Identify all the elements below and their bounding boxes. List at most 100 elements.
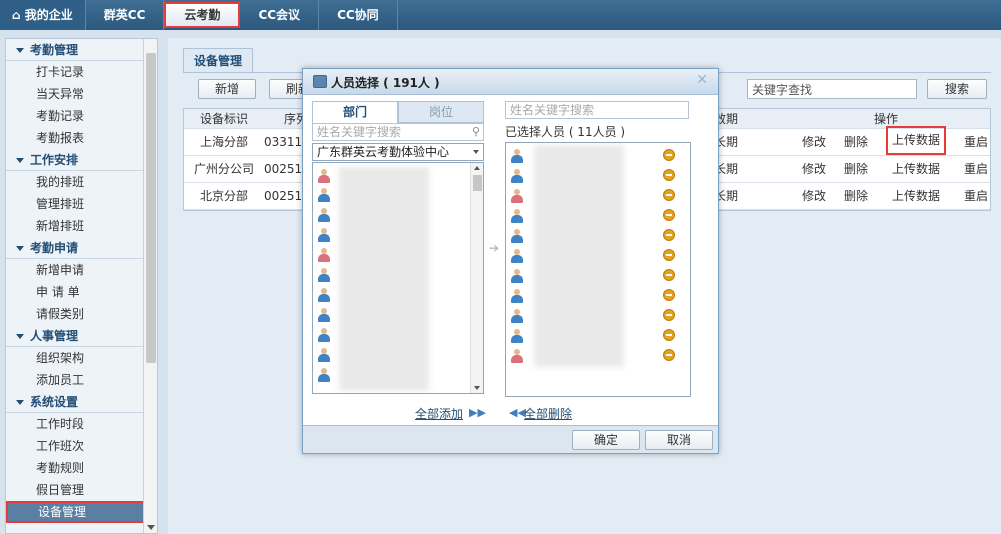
person-icon [317, 268, 331, 282]
remove-icon[interactable] [663, 309, 675, 321]
sidebar-item-my-schedule[interactable]: 我的排班 [6, 171, 157, 193]
search-input[interactable] [747, 79, 917, 99]
sidebar-item-manage-schedule[interactable]: 管理排班 [6, 193, 157, 215]
sidebar-item-add-employee[interactable]: 添加员工 [6, 369, 157, 391]
delete-link[interactable]: 删除 [844, 129, 868, 156]
sidebar-item-work-periods[interactable]: 工作时段 [6, 413, 157, 435]
tab-cc-collab[interactable]: CC协同 [319, 0, 398, 30]
list-scrollbar[interactable] [470, 163, 483, 393]
edit-link[interactable]: 修改 [802, 183, 826, 210]
delete-link[interactable]: 删除 [844, 183, 868, 210]
sidebar-item-org-structure[interactable]: 组织架构 [6, 347, 157, 369]
add-button[interactable]: 新增 [198, 79, 256, 99]
upload-data-link[interactable]: 上传数据 [892, 156, 940, 183]
sidebar-item-request-forms[interactable]: 申 请 单 [6, 281, 157, 303]
sidebar: 考勤管理 打卡记录 当天异常 考勤记录 考勤报表 工作安排 我的排班 管理排班 … [5, 38, 158, 534]
tab-department[interactable]: 部门 [312, 101, 398, 123]
sidebar-item-attendance-records[interactable]: 考勤记录 [6, 105, 157, 127]
tab-position[interactable]: 岗位 [398, 101, 484, 123]
chevron-down-icon [473, 150, 479, 154]
remove-icon[interactable] [663, 189, 675, 201]
close-icon[interactable]: ✕ [696, 72, 708, 88]
sidebar-item-holidays[interactable]: 假日管理 [6, 479, 157, 501]
right-search-input[interactable]: 姓名关键字搜索 [505, 101, 689, 119]
edit-link[interactable]: 修改 [802, 129, 826, 156]
remove-icon[interactable] [663, 209, 675, 221]
scroll-thumb[interactable] [473, 175, 482, 191]
sidebar-item-attendance-rules[interactable]: 考勤规则 [6, 457, 157, 479]
col-device: 设备标识 [200, 112, 249, 126]
remove-icon[interactable] [663, 249, 675, 261]
sidebar-group-system[interactable]: 系统设置 [6, 391, 157, 413]
scroll-down-icon[interactable] [147, 525, 155, 530]
upload-data-link[interactable]: 上传数据 [892, 183, 940, 210]
sidebar-item-attendance-reports[interactable]: 考勤报表 [6, 127, 157, 149]
person-select-dialog: 人员选择 ( 191人 ) ✕ 部门 岗位 姓名关键字搜索 ⚲ 广东群英云考勤体… [302, 68, 719, 454]
upload-data-link[interactable]: 上传数据 [886, 126, 947, 155]
person-icon [510, 189, 524, 203]
collapse-triangle-icon [16, 246, 24, 251]
search-button[interactable]: 搜索 [927, 79, 987, 99]
sidebar-item-today-exceptions[interactable]: 当天异常 [6, 83, 157, 105]
collapse-triangle-icon [16, 334, 24, 339]
left-search-input[interactable]: 姓名关键字搜索 ⚲ [312, 123, 484, 141]
double-arrow-right-icon[interactable]: ▶▶ [469, 406, 486, 419]
sidebar-item-device-management[interactable]: 设备管理 [6, 501, 157, 523]
person-icon [317, 248, 331, 262]
dialog-titlebar: 人员选择 ( 191人 ) ✕ [303, 69, 718, 95]
blurred-names [339, 167, 429, 391]
remove-icon[interactable] [663, 329, 675, 341]
remove-icon[interactable] [663, 349, 675, 361]
remove-icon[interactable] [663, 289, 675, 301]
device-name: 广州分公司 [194, 162, 255, 176]
sidebar-item-new-request[interactable]: 新增申请 [6, 259, 157, 281]
device-name: 上海分部 [200, 135, 249, 149]
person-icon [510, 269, 524, 283]
person-icon [510, 149, 524, 163]
scroll-thumb[interactable] [146, 53, 156, 363]
contact-card-icon [313, 75, 327, 88]
sidebar-group-hr[interactable]: 人事管理 [6, 325, 157, 347]
restart-link[interactable]: 重启 [964, 129, 988, 156]
add-all-link[interactable]: 全部添加 [415, 405, 463, 422]
remove-icon[interactable] [663, 169, 675, 181]
device-serial: 002514 [264, 162, 304, 176]
sidebar-item-punch-records[interactable]: 打卡记录 [6, 61, 157, 83]
restart-link[interactable]: 重启 [964, 183, 988, 210]
remove-icon[interactable] [663, 229, 675, 241]
edit-link[interactable]: 修改 [802, 156, 826, 183]
cancel-button[interactable]: 取消 [645, 430, 713, 450]
remove-all-link[interactable]: 全部删除 [524, 405, 572, 422]
remove-icon[interactable] [663, 149, 675, 161]
tab-qunying-cc[interactable]: 群英CC [86, 0, 165, 30]
device-serial: 033113 [264, 135, 304, 149]
tab-my-enterprise[interactable]: ⌂ 我的企业 [0, 0, 86, 30]
sidebar-item-work-shifts[interactable]: 工作班次 [6, 435, 157, 457]
restart-link[interactable]: 重启 [964, 156, 988, 183]
arrow-right-icon[interactable]: ➔ [489, 241, 499, 255]
delete-link[interactable]: 删除 [844, 156, 868, 183]
sidebar-group-requests[interactable]: 考勤申请 [6, 237, 157, 259]
person-icon [317, 328, 331, 342]
blurred-names [534, 145, 624, 367]
remove-icon[interactable] [663, 269, 675, 281]
tab-cc-meeting[interactable]: CC会议 [240, 0, 320, 30]
person-icon [317, 368, 331, 382]
sidebar-group-attendance[interactable]: 考勤管理 [6, 39, 157, 61]
person-icon [510, 289, 524, 303]
department-select[interactable]: 广东群英云考勤体验中心 [312, 143, 484, 161]
person-icon [510, 249, 524, 263]
sidebar-item-leave-types[interactable]: 请假类别 [6, 303, 157, 325]
sidebar-scrollbar[interactable] [143, 39, 157, 533]
available-person-list[interactable] [312, 162, 484, 394]
dialog-title: 人员选择 ( 191人 ) [331, 76, 440, 90]
sidebar-item-new-schedule[interactable]: 新增排班 [6, 215, 157, 237]
dialog-footer: 确定 取消 [303, 425, 718, 453]
tab-cloud-attendance[interactable]: 云考勤 [164, 2, 241, 28]
scroll-up-icon[interactable] [474, 166, 480, 170]
sidebar-group-work[interactable]: 工作安排 [6, 149, 157, 171]
panel-title: 设备管理 [183, 48, 254, 72]
selected-person-list[interactable] [505, 142, 691, 397]
scroll-down-icon[interactable] [474, 386, 480, 390]
confirm-button[interactable]: 确定 [572, 430, 640, 450]
